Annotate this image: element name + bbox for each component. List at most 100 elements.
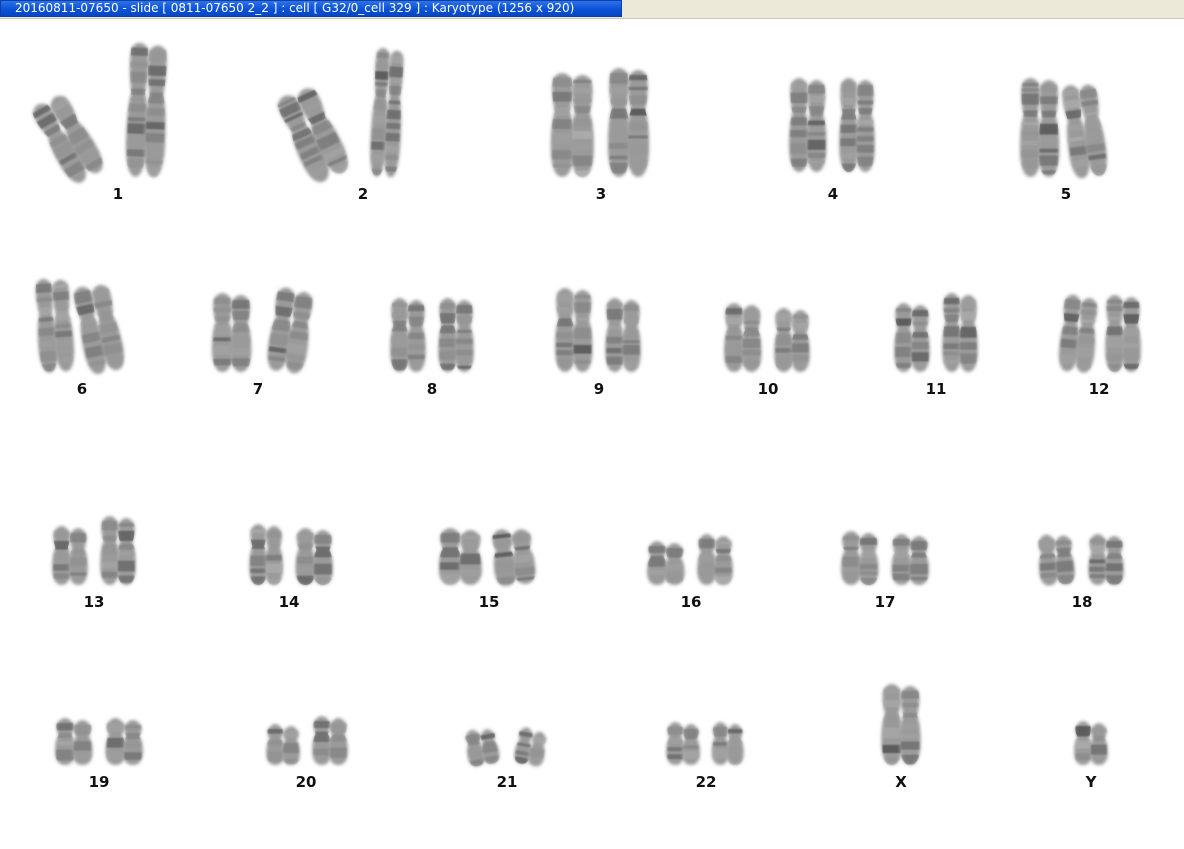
chromosome[interactable] — [697, 534, 733, 585]
chromosome[interactable] — [55, 718, 93, 765]
chromosome-band — [775, 313, 793, 322]
chromosome[interactable] — [1105, 295, 1141, 374]
chromosome[interactable] — [100, 516, 136, 585]
chromosome-band — [106, 737, 125, 748]
chromosome-pair-8[interactable] — [352, 204, 512, 374]
chromosome-band — [900, 741, 920, 750]
chromosome[interactable] — [125, 42, 169, 178]
chromosome[interactable] — [438, 528, 482, 585]
chromosome-band — [213, 345, 232, 355]
chromosome-label: 8 — [426, 380, 438, 398]
chromosome[interactable] — [438, 298, 474, 372]
chromosome-band — [714, 541, 732, 545]
chromosome[interactable] — [34, 277, 76, 373]
chromosome-band — [1106, 316, 1124, 321]
chromosome-band — [911, 352, 929, 362]
chromosome-pair-y[interactable] — [1011, 597, 1171, 767]
chromosome-pair-11[interactable] — [856, 204, 1016, 374]
chromosome[interactable] — [211, 293, 252, 372]
karyogram-canvas: 1 2 3 4 5 6 7 8 9 10 11 12 13 14 15 16 17 18 19 20 21 22 X Y — [0, 19, 1184, 849]
chromosome-band — [622, 305, 640, 311]
chromosome[interactable] — [28, 90, 108, 188]
chromosome[interactable] — [942, 293, 978, 372]
chromosome-band — [609, 86, 629, 94]
chromosome-band — [213, 337, 232, 342]
chromosome-band — [388, 78, 403, 84]
chromosome[interactable] — [312, 716, 348, 765]
chromosome-pair-15[interactable] — [409, 417, 569, 587]
chromosome[interactable] — [490, 526, 537, 587]
chromosome-band — [455, 305, 473, 314]
chromosome-band — [53, 573, 71, 579]
chromosome-pair-2[interactable] — [276, 9, 443, 183]
chromosome[interactable] — [1019, 78, 1060, 177]
chromosome[interactable] — [1057, 294, 1099, 374]
chromosome[interactable] — [891, 534, 929, 585]
chromosome[interactable] — [249, 524, 283, 586]
chromosome-pair-10[interactable] — [688, 204, 848, 374]
chromosome[interactable] — [839, 78, 875, 174]
chromosome-pair-7[interactable] — [178, 204, 338, 374]
chromosome-band — [807, 160, 826, 164]
chromosome-band — [842, 536, 860, 541]
chromosome[interactable] — [266, 724, 300, 765]
chromosome[interactable] — [881, 684, 921, 767]
chromosome-pair-16[interactable] — [611, 417, 771, 587]
chromosome[interactable] — [1037, 533, 1076, 586]
chromosome-pair-14[interactable] — [209, 417, 369, 587]
chromosome-band — [439, 313, 457, 324]
chromosome[interactable] — [666, 722, 700, 765]
chromosome-pair-5[interactable] — [986, 9, 1146, 179]
chromosome[interactable] — [1060, 81, 1110, 179]
chromosome-band — [790, 143, 808, 154]
chromosome-pair-18[interactable] — [1002, 417, 1162, 587]
chromosome[interactable] — [1074, 721, 1108, 765]
chromosome-pair-4[interactable] — [753, 4, 913, 174]
chromosome-pair-1[interactable] — [31, 9, 198, 183]
chromosome[interactable] — [71, 281, 128, 376]
chromosome-pair-22[interactable] — [626, 597, 786, 767]
chromosome[interactable] — [295, 528, 333, 587]
chromosome-band — [387, 85, 403, 96]
chromosome-band — [1039, 96, 1059, 105]
chromosome[interactable] — [513, 726, 549, 768]
chromosome[interactable] — [390, 298, 426, 372]
chromosome[interactable] — [265, 286, 316, 375]
chromosome[interactable] — [607, 68, 650, 177]
chromosome-band — [943, 314, 961, 323]
chromosome-pair-6[interactable] — [2, 204, 162, 376]
chromosome-pair-13[interactable] — [14, 417, 174, 587]
chromosome[interactable] — [841, 531, 879, 589]
chromosome-pair-20[interactable] — [226, 597, 386, 767]
chromosome-band — [895, 363, 913, 368]
chromosome-pair-17[interactable] — [805, 417, 965, 587]
chromosome[interactable] — [1088, 534, 1124, 585]
chromosome-pair-x[interactable] — [821, 597, 981, 767]
chromosome[interactable] — [52, 526, 88, 585]
chromosome-band — [665, 564, 684, 572]
chromosome-band — [391, 359, 409, 371]
chromosome[interactable] — [789, 78, 827, 172]
chromosome[interactable] — [894, 303, 930, 372]
chromosome[interactable] — [647, 541, 685, 585]
chromosome[interactable] — [463, 726, 501, 771]
chromosome[interactable] — [711, 722, 744, 767]
chromosome-pair-3[interactable] — [521, 9, 681, 179]
chromosome[interactable] — [724, 303, 762, 372]
chromosome-band — [775, 334, 793, 346]
chromosome-band — [213, 307, 232, 313]
chromosome[interactable] — [105, 718, 143, 765]
chromosome-band — [144, 166, 164, 178]
chromosome-pair-19[interactable] — [19, 597, 179, 767]
chromosome[interactable] — [555, 288, 593, 372]
chromosome[interactable] — [774, 308, 810, 372]
chromosome-band — [313, 748, 331, 756]
chromosome[interactable] — [369, 47, 406, 178]
chromosome[interactable] — [550, 73, 594, 178]
chromosome-pair-12[interactable] — [1019, 204, 1179, 374]
chromosome-pair-21[interactable] — [427, 597, 587, 768]
chromosome-band — [455, 316, 473, 324]
chromosome[interactable] — [273, 82, 354, 187]
chromosome-pair-9[interactable] — [519, 204, 679, 374]
chromosome[interactable] — [605, 298, 641, 372]
